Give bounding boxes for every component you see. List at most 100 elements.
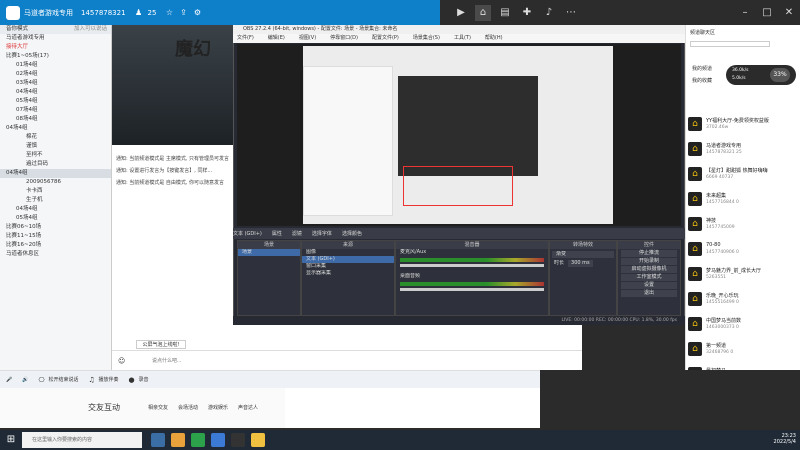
taskbar-search[interactable]: 在这里输入你要搜索的内容 xyxy=(22,432,142,448)
home-icon[interactable]: ⌂ xyxy=(475,4,491,21)
source-item[interactable]: 窗口采集 xyxy=(302,263,394,270)
channel-tree-item[interactable]: 2009056786 xyxy=(0,178,111,187)
source-toolbar-button[interactable]: 属性 xyxy=(272,230,282,237)
channel-tree-item[interactable]: 谨慎 xyxy=(0,142,111,151)
settings-icon[interactable]: ⚙ xyxy=(192,8,202,18)
scene-item[interactable]: 场景 xyxy=(238,249,300,256)
channel-tree-item[interactable]: 01场4组 xyxy=(0,61,111,70)
control-button[interactable]: 启动虚拟摄像机 xyxy=(621,266,677,273)
wechat-icon[interactable] xyxy=(191,433,205,447)
folder-icon[interactable] xyxy=(171,433,185,447)
channel-tree-item[interactable]: 03场4组 xyxy=(0,79,111,88)
source-toolbar-button[interactable]: 选择字体 xyxy=(312,230,332,237)
interact-tab[interactable]: 相亲交友 xyxy=(148,404,168,411)
tab-my-channel[interactable]: 我的频道 xyxy=(692,65,712,72)
volume-slider[interactable] xyxy=(400,264,544,267)
obs-menu-item[interactable]: 文件(F) xyxy=(237,34,254,43)
channel-tree-item[interactable]: 04场4组 xyxy=(0,169,111,178)
channel-tree-item[interactable]: 比赛16~20场 xyxy=(0,241,111,250)
control-button[interactable]: 设置 xyxy=(621,282,677,289)
channel-list-item[interactable]: ⌂ 第一频道 32468796 0 xyxy=(686,340,800,360)
channel-tree-item[interactable]: 比赛06~10场 xyxy=(0,223,111,232)
chart-icon[interactable]: ▤ xyxy=(497,5,513,21)
channel-list-item[interactable]: ⌂ 未来超集 1457716844 0 xyxy=(686,190,800,210)
speaker-icon[interactable]: 🔊 xyxy=(22,377,28,383)
source-toolbar-button[interactable]: 选择颜色 xyxy=(342,230,362,237)
channel-tree-item[interactable]: 05场4组 xyxy=(0,214,111,223)
tab-my-favorites[interactable]: 我的收藏 xyxy=(692,77,712,84)
share-icon[interactable]: ⇪ xyxy=(178,8,188,18)
channel-list-item[interactable]: ⌂ 【星灯】甜甜狐 热舞好嗨嗨 6669 40737 xyxy=(686,165,800,185)
mic-icon[interactable]: 🎤 xyxy=(6,377,12,383)
source-item[interactable]: 显示器采集 xyxy=(302,270,394,277)
obs-menu-item[interactable]: 场景集合(S) xyxy=(413,34,440,43)
obs-icon[interactable] xyxy=(231,433,245,447)
obs-menu-item[interactable]: 配置文件(P) xyxy=(372,34,399,43)
interact-tab[interactable]: 会场活动 xyxy=(178,404,198,411)
channel-tree-item[interactable]: 马道者游戏专用 xyxy=(0,34,111,43)
push-to-talk-button[interactable]: ⎔ 松开结束说话 xyxy=(38,376,78,384)
maximize-icon[interactable]: □ xyxy=(759,5,775,21)
channel-tree-item[interactable]: 07场4组 xyxy=(0,106,111,115)
chat-input[interactable] xyxy=(152,355,512,367)
channel-tree-item[interactable]: 接待大厅 xyxy=(0,43,111,52)
control-button[interactable]: 工作室模式 xyxy=(621,274,677,281)
net-speed-widget: 36.0k/s 5.0k/s 33% xyxy=(726,65,796,85)
channel-list-item[interactable]: ⌂ 最初梦马 xyxy=(686,365,800,370)
channel-tree-item[interactable]: 04场4组 xyxy=(0,124,111,133)
channel-tree-item[interactable]: 棉花 xyxy=(0,133,111,142)
interact-tab[interactable]: 声音达人 xyxy=(238,404,258,411)
channel-tree-item[interactable]: 马道者休息区 xyxy=(0,250,111,259)
obs-menu-item[interactable]: 视图(V) xyxy=(299,34,316,43)
transition-type[interactable]: 渐变 xyxy=(552,251,614,258)
control-button[interactable]: 开始录制 xyxy=(621,258,677,265)
channel-tree-item[interactable]: 遍过目码 xyxy=(0,160,111,169)
panel-search[interactable] xyxy=(690,41,770,47)
control-button[interactable]: 停止推流 xyxy=(621,250,677,257)
channel-tree-item[interactable]: 05场4组 xyxy=(0,97,111,106)
channel-tree-item[interactable]: 04场4组 xyxy=(0,205,111,214)
source-item[interactable]: 文本 (GDI+) xyxy=(302,256,394,263)
more-icon[interactable]: ⋯ xyxy=(563,5,579,21)
channel-list-item[interactable]: ⌂ 梦马魅力界_前_成长大厅 5263551 xyxy=(686,265,800,285)
obs-menu-item[interactable]: 工具(T) xyxy=(454,34,471,43)
gamepad-icon[interactable]: ✚ xyxy=(519,5,535,21)
channel-tree-item[interactable]: 02场4组 xyxy=(0,70,111,79)
interact-tab[interactable]: 游戏娱乐 xyxy=(208,404,228,411)
obs-menu-item[interactable]: 帮助(H) xyxy=(485,34,503,43)
channel-list-item[interactable]: ⌂ 中国梦马当前数 1463000373 0 xyxy=(686,315,800,335)
source-item[interactable]: 图像 xyxy=(302,249,394,256)
mixer-dock: 混音器 麦克风/Aux 桌面音频 xyxy=(395,240,549,316)
source-bounding-box[interactable] xyxy=(403,166,513,206)
obs-menu-item[interactable]: 停靠窗口(D) xyxy=(330,34,358,43)
channel-list-item[interactable]: ⌂ 乐晚_开心乐玩 1455516499 0 xyxy=(686,290,800,310)
channel-tree-item[interactable]: 卡卡西 xyxy=(0,187,111,196)
video-icon[interactable]: ▶ xyxy=(453,5,469,21)
yy-icon[interactable] xyxy=(251,433,265,447)
channel-tree-item[interactable]: 04场4组 xyxy=(0,88,111,97)
channel-tree-item[interactable]: 比赛11~15场 xyxy=(0,232,111,241)
channel-list-item[interactable]: ⌂ 马道者游戏专用 1457878321 25 xyxy=(686,140,800,160)
task-view-icon[interactable] xyxy=(151,433,165,447)
channel-list-item[interactable]: ⌂ YY福利大厅-免费领奖权益版 3702.46w xyxy=(686,115,800,135)
emoji-icon[interactable]: ☺ xyxy=(118,357,125,365)
channel-tree-item[interactable]: 至柯不 xyxy=(0,151,111,160)
play-accompaniment-button[interactable]: ♫ 播放伴奏 xyxy=(88,376,118,384)
volume-slider[interactable] xyxy=(400,288,544,291)
control-button[interactable]: 退出 xyxy=(621,290,677,297)
source-toolbar-button[interactable]: 滤镜 xyxy=(292,230,302,237)
channel-tree-item[interactable]: 比赛1~05场(17) xyxy=(0,52,111,61)
close-icon[interactable]: ✕ xyxy=(781,5,797,21)
minimize-icon[interactable]: – xyxy=(737,5,753,21)
channel-list-item[interactable]: ⌂ 70-80 1457740906 0 xyxy=(686,240,800,260)
obs-menu-item[interactable]: 编辑(E) xyxy=(268,34,285,43)
channel-tree-item[interactable]: 08场4组 xyxy=(0,115,111,124)
star-icon[interactable]: ☆ xyxy=(164,8,174,18)
duration-input[interactable]: 300 ms xyxy=(568,260,593,267)
channel-tree-item[interactable]: 生子机 xyxy=(0,196,111,205)
channel-list-item[interactable]: ⌂ 神技 1457745009 xyxy=(686,215,800,235)
music-icon[interactable]: ♪ xyxy=(541,5,557,21)
browser-icon[interactable] xyxy=(211,433,225,447)
windows-start-icon[interactable]: ⊞ xyxy=(0,430,22,450)
record-button[interactable]: ● 录音 xyxy=(129,376,149,384)
